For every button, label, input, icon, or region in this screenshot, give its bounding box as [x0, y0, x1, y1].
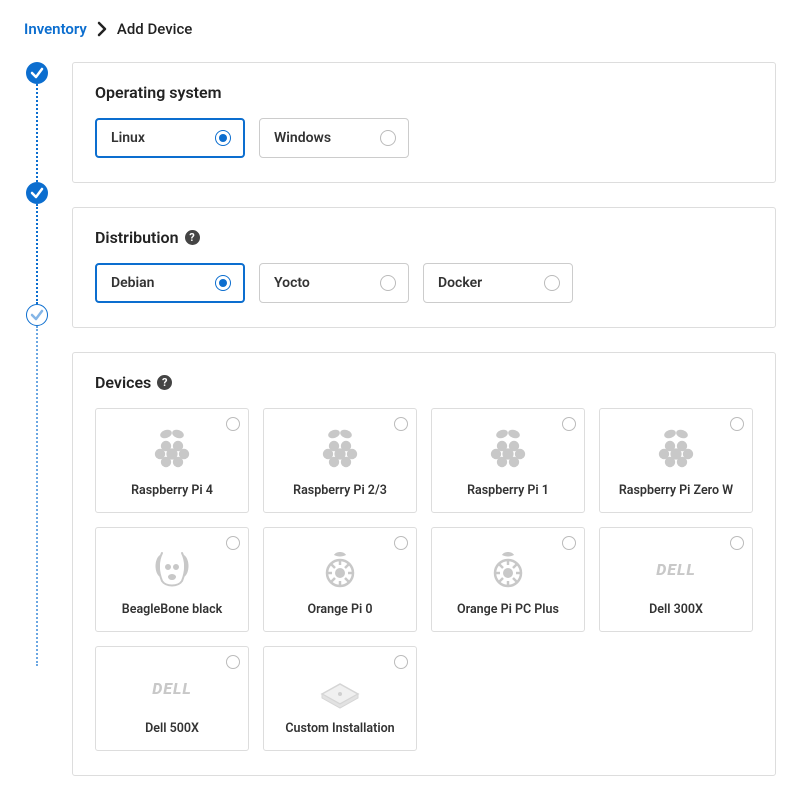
help-icon[interactable]: ?	[185, 230, 200, 245]
device-card-label: Orange Pi PC Plus	[457, 602, 559, 617]
radio-icon	[394, 536, 408, 550]
radio-icon	[562, 536, 576, 550]
device-card-label: Dell 300X	[649, 602, 703, 617]
beagle-icon	[148, 547, 196, 591]
distribution-option-label: Debian	[111, 275, 155, 291]
step-indicator-3	[26, 304, 48, 326]
radio-icon	[394, 417, 408, 431]
panel-title-distribution: Distribution	[95, 228, 179, 247]
raspberry-icon	[652, 428, 700, 472]
radio-icon	[380, 275, 396, 291]
device-card-label: Dell 500X	[145, 721, 199, 736]
device-card-raspberry-pi-zero-w[interactable]: Raspberry Pi Zero W	[599, 408, 753, 513]
device-card-label: Custom Installation	[285, 721, 394, 736]
device-card-custom-installation[interactable]: Custom Installation	[263, 646, 417, 751]
panel-operating-system: Operating system Linux Windows	[72, 62, 776, 183]
radio-icon	[226, 536, 240, 550]
orange-icon	[316, 547, 364, 591]
raspberry-icon	[316, 428, 364, 472]
step-connector	[36, 84, 38, 182]
device-card-orange-pi-0[interactable]: Orange Pi 0	[263, 527, 417, 632]
raspberry-icon	[484, 428, 532, 472]
device-card-dell-300x[interactable]: DELL Dell 300X	[599, 527, 753, 632]
step-connector	[36, 326, 38, 666]
device-card-raspberry-pi-2-3[interactable]: Raspberry Pi 2/3	[263, 408, 417, 513]
radio-icon	[562, 417, 576, 431]
panel-devices: Devices ? Raspberry Pi 4 Raspberry Pi 2/3…	[72, 352, 776, 776]
panel-title-operating-system: Operating system	[95, 83, 222, 102]
device-card-label: Raspberry Pi 1	[467, 483, 549, 498]
distribution-option-label: Yocto	[274, 275, 310, 291]
breadcrumb-current: Add Device	[117, 20, 192, 38]
os-option-linux[interactable]: Linux	[95, 118, 245, 158]
panel-title-devices: Devices	[95, 373, 151, 392]
distribution-option-debian[interactable]: Debian	[95, 263, 245, 303]
device-card-dell-500x[interactable]: DELL Dell 500X	[95, 646, 249, 751]
device-card-label: Raspberry Pi Zero W	[619, 483, 733, 498]
chevron-right-icon	[95, 20, 109, 38]
radio-icon	[380, 130, 396, 146]
stepper	[24, 62, 50, 666]
device-card-raspberry-pi-4[interactable]: Raspberry Pi 4	[95, 408, 249, 513]
device-card-orange-pi-pc-plus[interactable]: Orange Pi PC Plus	[431, 527, 585, 632]
radio-icon	[544, 275, 560, 291]
radio-icon	[215, 130, 231, 146]
radio-icon	[394, 655, 408, 669]
breadcrumb-link-inventory[interactable]: Inventory	[24, 20, 87, 38]
os-option-windows[interactable]: Windows	[259, 118, 409, 158]
radio-icon	[730, 536, 744, 550]
distribution-option-yocto[interactable]: Yocto	[259, 263, 409, 303]
os-option-label: Linux	[111, 130, 145, 146]
device-card-label: BeagleBone black	[122, 602, 222, 617]
step-indicator-2	[26, 182, 48, 204]
distribution-option-label: Docker	[438, 275, 482, 291]
dell-logo-icon: DELL	[656, 560, 696, 579]
device-card-raspberry-pi-1[interactable]: Raspberry Pi 1	[431, 408, 585, 513]
device-card-label: Raspberry Pi 4	[131, 483, 213, 498]
os-option-label: Windows	[274, 130, 331, 146]
device-card-label: Orange Pi 0	[307, 602, 372, 617]
distribution-option-docker[interactable]: Docker	[423, 263, 573, 303]
panel-distribution: Distribution ? Debian Yocto Docker	[72, 207, 776, 328]
radio-icon	[226, 417, 240, 431]
radio-icon	[730, 417, 744, 431]
device-card-label: Raspberry Pi 2/3	[293, 483, 387, 498]
device-card-beaglebone-black[interactable]: BeagleBone black	[95, 527, 249, 632]
orange-icon	[484, 547, 532, 591]
step-connector	[36, 204, 38, 304]
breadcrumb: Inventory Add Device	[24, 20, 776, 38]
dell-logo-icon: DELL	[152, 679, 192, 698]
radio-icon	[215, 275, 231, 291]
custom-icon	[316, 666, 364, 710]
radio-icon	[226, 655, 240, 669]
step-indicator-1	[26, 62, 48, 84]
help-icon[interactable]: ?	[157, 375, 172, 390]
raspberry-icon	[148, 428, 196, 472]
